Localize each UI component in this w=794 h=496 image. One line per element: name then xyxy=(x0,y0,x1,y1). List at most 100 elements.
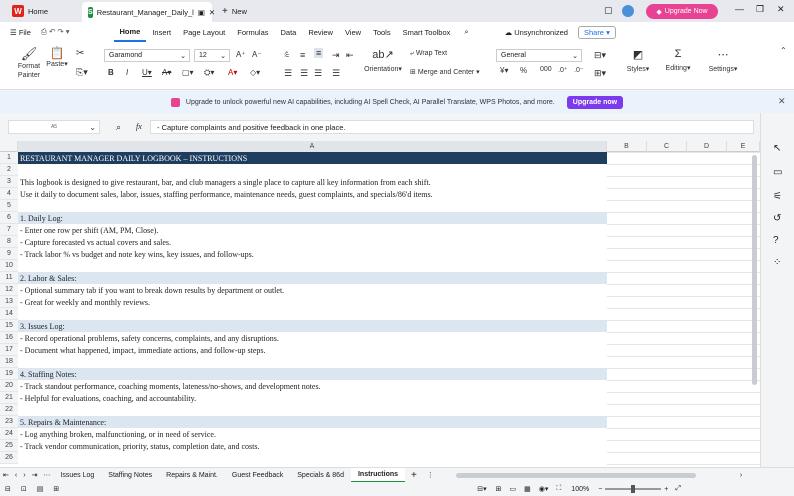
more-sheets-icon[interactable]: ⋯ xyxy=(40,471,53,479)
column-c-header[interactable]: C xyxy=(647,141,687,152)
row-number[interactable]: 25 xyxy=(0,440,18,452)
row-number[interactable]: 10 xyxy=(0,260,18,272)
eye-icon[interactable]: ◉▾ xyxy=(535,485,553,493)
status-icon-4[interactable]: ⊞ xyxy=(48,485,64,493)
row-number[interactable]: 18 xyxy=(0,356,18,368)
font-family-select[interactable]: Garamond ⌄ xyxy=(104,49,190,62)
table-format-icon[interactable]: ⊞▾ xyxy=(594,68,606,79)
sheet-tab-specials[interactable]: Specials & 86d xyxy=(290,468,351,483)
column-e-header[interactable]: E xyxy=(727,141,760,152)
view-normal-icon[interactable]: ⊞ xyxy=(492,485,506,493)
close-tab-icon[interactable]: ✕ xyxy=(209,8,215,17)
share-button[interactable]: Share ▾ xyxy=(577,25,616,39)
merge-center-button[interactable]: ⊞ Merge and Center ▾ xyxy=(410,68,480,76)
scroll-right-icon[interactable]: › xyxy=(736,472,746,479)
cell-a[interactable] xyxy=(18,164,607,176)
row-number[interactable]: 13 xyxy=(0,296,18,308)
cell-a[interactable]: - Track standout performance, coaching m… xyxy=(18,380,607,392)
underline-icon[interactable]: U▾ xyxy=(142,68,152,77)
cell-a[interactable]: 3. Issues Log: xyxy=(18,320,607,332)
tab-options-icon[interactable]: ▣ xyxy=(198,8,205,17)
zoom-out-icon[interactable]: − xyxy=(595,486,605,493)
row-number[interactable]: 26 xyxy=(0,452,18,464)
formula-input[interactable]: - Capture complaints and positive feedba… xyxy=(150,120,754,134)
status-icon-3[interactable]: ▤ xyxy=(32,485,49,493)
increase-decimal-icon[interactable]: .0⁺ xyxy=(558,66,568,74)
row-number[interactable]: 8 xyxy=(0,236,18,248)
sheet-tab-staffing-notes[interactable]: Staffing Notes xyxy=(101,468,159,483)
row-number[interactable]: 19 xyxy=(0,368,18,380)
tab-home[interactable]: Home xyxy=(113,22,147,42)
first-sheet-icon[interactable]: ⇤ xyxy=(0,471,12,479)
sheet-tab-guest-feedback[interactable]: Guest Feedback xyxy=(225,468,290,483)
comma-style-icon[interactable]: 000 xyxy=(540,66,552,73)
avatar[interactable] xyxy=(622,5,634,17)
row-number[interactable]: 23 xyxy=(0,416,18,428)
file-menu[interactable]: ☰ File xyxy=(4,22,37,42)
quick-access-icons[interactable]: ⎙ ↶ ↷ ▾ xyxy=(37,27,74,37)
cell-a[interactable]: - Helpful for evaluations, coaching, and… xyxy=(18,392,607,404)
horizontal-scrollbar[interactable] xyxy=(455,472,696,478)
row-number[interactable]: 9 xyxy=(0,248,18,260)
row-number[interactable]: 4 xyxy=(0,188,18,200)
column-a-header[interactable]: A xyxy=(18,141,607,152)
align-middle-icon[interactable]: ≡ xyxy=(300,50,305,60)
cell-a[interactable] xyxy=(18,260,607,272)
zoom-level[interactable]: 100% xyxy=(565,486,595,493)
indent-icon[interactable]: ⇥ xyxy=(332,50,340,61)
zoom-thumb[interactable] xyxy=(631,485,636,493)
cell-a[interactable]: - Log anything broken, malfunctioning, o… xyxy=(18,428,607,440)
row-number[interactable]: 24 xyxy=(0,428,18,440)
zoom-in-icon[interactable]: + xyxy=(661,486,671,493)
close-window-icon[interactable]: ✕ xyxy=(777,4,785,15)
border-icon[interactable]: ▢▾ xyxy=(182,68,194,77)
upgrade-now-banner-button[interactable]: Upgrade now xyxy=(566,95,624,109)
cell-a[interactable]: - Enter one row per shift (AM, PM, Close… xyxy=(18,224,607,236)
row-number[interactable]: 21 xyxy=(0,392,18,404)
zoom-search-icon[interactable]: ⌕ xyxy=(116,122,121,133)
conditional-format-icon[interactable]: ⊟▾ xyxy=(594,50,606,61)
row-number[interactable]: 12 xyxy=(0,284,18,296)
orientation-button[interactable]: ab↗ Orientation▾ xyxy=(360,48,406,73)
tab-insert[interactable]: Insert xyxy=(146,22,177,42)
cell-a[interactable]: 4. Staffing Notes: xyxy=(18,368,607,380)
row-number[interactable]: 3 xyxy=(0,176,18,188)
cell-a[interactable] xyxy=(18,200,607,212)
prev-sheet-icon[interactable]: ‹ xyxy=(12,472,20,479)
sheet-tab-issues-log[interactable]: Issues Log xyxy=(53,468,101,483)
unsynchronized-status[interactable]: Unsynchronized xyxy=(514,28,568,37)
cell-a[interactable]: 5. Repairs & Maintenance: xyxy=(18,416,607,428)
clear-format-icon[interactable]: ◇▾ xyxy=(250,68,260,77)
format-painter-button[interactable]: 🖌 Format Painter xyxy=(14,46,44,80)
cell-a[interactable]: - Capture forecasted vs actual covers an… xyxy=(18,236,607,248)
cell-a[interactable] xyxy=(18,308,607,320)
row-number[interactable]: 16 xyxy=(0,332,18,344)
justify-icon[interactable]: ☰ xyxy=(332,68,340,79)
sheet-menu-icon[interactable]: ⋮ xyxy=(423,471,438,479)
new-tab[interactable]: + New xyxy=(216,2,253,20)
font-size-select[interactable]: 12 ⌄ xyxy=(194,49,230,62)
row-number[interactable]: 6 xyxy=(0,212,18,224)
cell-a[interactable]: Use it daily to document sales, labor, i… xyxy=(18,188,607,200)
apps-icon[interactable]: ⁘ xyxy=(773,257,781,268)
cell-a[interactable] xyxy=(18,404,607,416)
last-sheet-icon[interactable]: ⇥ xyxy=(29,471,41,479)
tab-view[interactable]: View xyxy=(339,22,367,42)
paste-button[interactable]: 📋 Paste▾ xyxy=(46,46,68,68)
select-cursor-icon[interactable]: ↖ xyxy=(773,143,781,154)
search-icon[interactable]: ⌕ xyxy=(456,27,476,37)
wrap-text-button[interactable]: ⤶ Wrap Text xyxy=(410,50,447,58)
name-box[interactable]: A5 ⌄ xyxy=(8,120,100,134)
cell-a[interactable]: RESTAURANT MANAGER DAILY LOGBOOK – INSTR… xyxy=(18,152,607,164)
cell-a[interactable]: 1. Daily Log: xyxy=(18,212,607,224)
number-format-select[interactable]: General ⌄ xyxy=(496,49,582,62)
row-number[interactable]: 11 xyxy=(0,272,18,284)
zoom-slider[interactable] xyxy=(605,485,662,493)
fx-icon[interactable]: fx xyxy=(136,122,142,131)
cell-a[interactable] xyxy=(18,452,607,464)
outdent-icon[interactable]: ⇤ xyxy=(346,50,354,61)
sheet-tab-instructions[interactable]: Instructions xyxy=(350,467,406,483)
align-top-icon[interactable]: ⩯ xyxy=(284,50,289,61)
row-number[interactable]: 15 xyxy=(0,320,18,332)
spreadsheet-grid[interactable]: A B C D E 1 RESTAURANT MANAGER DAILY LOGB… xyxy=(0,141,760,467)
